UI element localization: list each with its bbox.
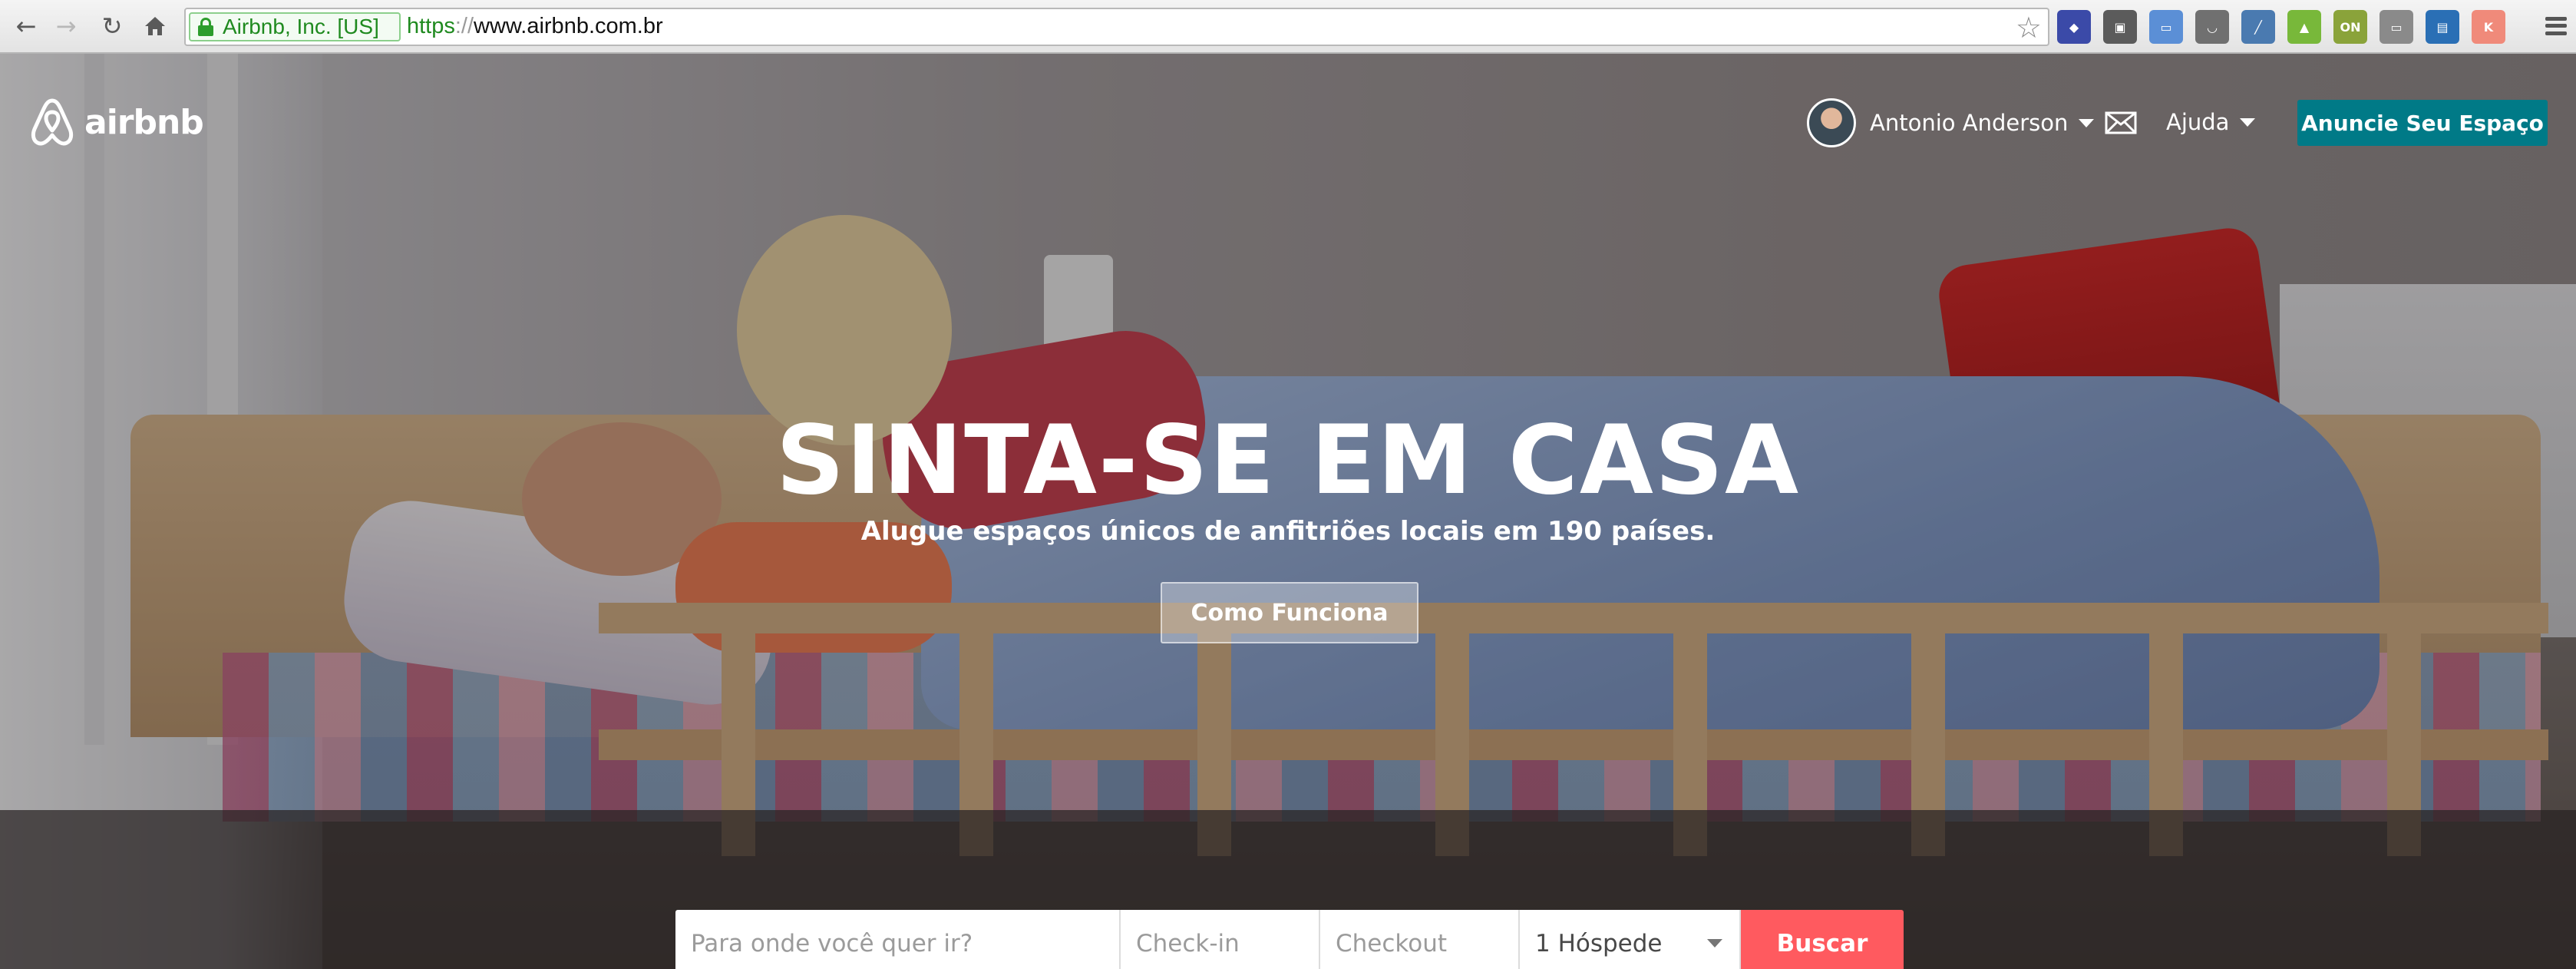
destination-input[interactable]: Para onde você quer ir?	[675, 910, 1121, 969]
chevron-down-icon	[2079, 118, 2095, 127]
how-it-works-button[interactable]: Como Funciona	[1161, 582, 1418, 643]
search-form: Para onde você quer ir? Check-in Checkou…	[675, 910, 1904, 969]
chevron-down-icon	[2240, 117, 2256, 127]
puzzle-extension-icon[interactable]: ▣	[2103, 10, 2137, 44]
hero-headline: SINTA-SE EM CASA	[775, 405, 1801, 516]
logo-wordmark: airbnb	[84, 102, 204, 142]
boxon-extension-icon[interactable]: ON	[2333, 10, 2367, 44]
eyedropper-extension-icon[interactable]: ╱	[2241, 10, 2275, 44]
hero-section: airbnb Antonio Anderson Ajuda Anuncie Se…	[0, 54, 2576, 969]
extensions-bar: ◆ ▣ ▭ ◡ ╱ ▲ ON ▭ ▤ K	[2057, 9, 2505, 45]
chevron-down-icon	[1707, 939, 1722, 948]
guests-value: 1 Hóspede	[1535, 930, 1663, 957]
airbnb-logo[interactable]: airbnb	[29, 96, 204, 148]
checkout-input[interactable]: Checkout	[1320, 910, 1520, 969]
address-bar[interactable]: Airbnb, Inc. [US] https://www.airbnb.com…	[184, 8, 2049, 46]
kit-extension-icon[interactable]: K	[2472, 10, 2505, 44]
url-host: www.airbnb.com.br	[474, 14, 663, 38]
ev-certificate-badge[interactable]: Airbnb, Inc. [US]	[189, 12, 401, 41]
ev-certificate-label: Airbnb, Inc. [US]	[223, 15, 379, 38]
dragon-extension-icon[interactable]: ◆	[2057, 10, 2091, 44]
reload-icon: ↻	[101, 12, 123, 41]
list-your-space-button[interactable]: Anuncie Seu Espaço	[2297, 100, 2548, 146]
arrow-right-icon: →	[55, 12, 77, 41]
search-button[interactable]: Buscar	[1741, 910, 1904, 969]
url-scheme: https	[407, 14, 455, 38]
user-name: Antonio Anderson	[1870, 110, 2069, 136]
pocket-extension-icon[interactable]: ◡	[2195, 10, 2229, 44]
android-extension-icon[interactable]: ▲	[2287, 10, 2321, 44]
url-separator: ://	[454, 14, 474, 38]
lock-icon	[198, 18, 213, 36]
home-icon	[145, 17, 165, 35]
home-button[interactable]	[140, 11, 170, 41]
help-menu[interactable]: Ajuda	[2166, 109, 2256, 135]
trello-extension-icon[interactable]: ▤	[2426, 10, 2459, 44]
user-menu[interactable]: Antonio Anderson	[1807, 98, 2095, 147]
airbnb-belo-icon	[31, 98, 74, 146]
guests-select[interactable]: 1 Hóspede	[1520, 910, 1741, 969]
browser-toolbar: ← → ↻ Airbnb, Inc. [US] https://www.airb…	[0, 0, 2576, 54]
arrow-left-icon: ←	[15, 12, 37, 41]
star-icon[interactable]: ☆	[2016, 11, 2042, 45]
cast-extension-icon[interactable]: ▭	[2379, 10, 2413, 44]
hero-subline: Alugue espaços únicos de anfitriões loca…	[860, 516, 1716, 547]
forward-button[interactable]: →	[51, 11, 81, 41]
checkin-input[interactable]: Check-in	[1121, 910, 1320, 969]
envelope-icon[interactable]	[2105, 111, 2137, 134]
folder-extension-icon[interactable]: ▭	[2149, 10, 2183, 44]
hamburger-menu-icon[interactable]	[2542, 12, 2570, 40]
url-text[interactable]: https://www.airbnb.com.br	[407, 14, 663, 39]
back-button[interactable]: ←	[11, 11, 41, 41]
avatar[interactable]	[1807, 98, 1856, 147]
help-label: Ajuda	[2166, 109, 2230, 135]
reload-button[interactable]: ↻	[97, 11, 127, 41]
